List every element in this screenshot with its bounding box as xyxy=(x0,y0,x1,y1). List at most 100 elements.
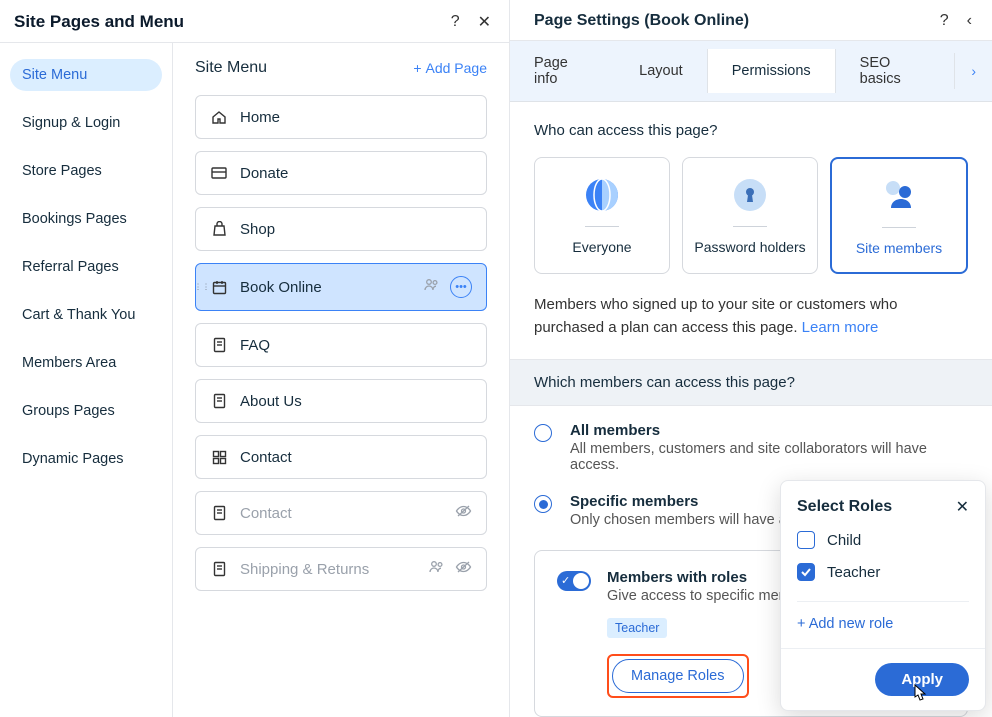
role-label: Child xyxy=(827,532,861,549)
hidden-icon xyxy=(455,504,472,522)
doc-icon xyxy=(210,504,228,522)
page-item-shipping-returns[interactable]: ⋮⋮Shipping & Returns xyxy=(195,547,487,591)
card-label: Site members xyxy=(856,240,942,256)
page-item-faq[interactable]: ⋮⋮FAQ xyxy=(195,323,487,367)
left-panel-title: Site Pages and Menu xyxy=(14,12,184,32)
page-item-home[interactable]: ⋮⋮Home xyxy=(195,95,487,139)
grid-icon xyxy=(210,448,228,466)
radio-icon xyxy=(534,495,552,513)
page-item-label: FAQ xyxy=(240,337,270,354)
drag-handle-icon[interactable]: ⋮⋮ xyxy=(194,283,210,292)
sidebar-item-signup-login[interactable]: Signup & Login xyxy=(10,107,162,139)
calendar-icon xyxy=(210,278,228,296)
site-pages-panel: Site Pages and Menu ? ✕ Site Menu Signup … xyxy=(0,0,510,717)
keyhole-icon xyxy=(728,176,772,214)
page-item-label: Home xyxy=(240,109,280,126)
which-members-label: Which members can access this page? xyxy=(510,359,992,406)
checkbox-icon xyxy=(797,531,815,549)
page-categories-sidebar: Site Menu Signup & Login Store Pages Bookin… xyxy=(0,43,173,717)
page-actions-button[interactable]: ••• xyxy=(450,276,472,298)
tab-seo-basics[interactable]: SEO basics xyxy=(836,41,955,101)
home-icon xyxy=(210,108,228,126)
page-list: ⋮⋮Home⋮⋮Donate⋮⋮Shop⋮⋮Book Online•••⋮⋮FA… xyxy=(195,95,487,591)
radio-title: All members xyxy=(570,422,968,439)
page-item-label: Contact xyxy=(240,449,292,466)
doc-icon xyxy=(210,560,228,578)
sidebar-item-groups-pages[interactable]: Groups Pages xyxy=(10,395,162,427)
access-card-members[interactable]: Site members xyxy=(830,157,968,274)
learn-more-link[interactable]: Learn more xyxy=(802,319,879,336)
page-item-label: Contact xyxy=(240,505,292,522)
sidebar-item-bookings-pages[interactable]: Bookings Pages xyxy=(10,203,162,235)
checkbox-icon xyxy=(797,563,815,581)
close-icon[interactable]: ✕ xyxy=(956,497,969,517)
access-card-everyone[interactable]: Everyone xyxy=(534,157,670,274)
add-page-label: Add Page xyxy=(426,60,488,76)
apply-button[interactable]: Apply xyxy=(875,663,969,696)
left-panel-header: Site Pages and Menu ? ✕ xyxy=(0,0,509,43)
role-chip: Teacher xyxy=(607,618,667,638)
role-option-teacher[interactable]: Teacher xyxy=(797,563,969,581)
select-roles-popover: Select Roles ✕ Child Teacher + Add new ro… xyxy=(780,480,986,711)
radio-all-members[interactable]: All members All members, customers and s… xyxy=(510,406,992,477)
right-panel-header: Page Settings (Book Online) ? ‹ xyxy=(510,0,992,41)
plus-icon: + xyxy=(413,60,421,76)
sidebar-item-referral-pages[interactable]: Referral Pages xyxy=(10,251,162,283)
page-item-label: Donate xyxy=(240,165,288,182)
role-label: Teacher xyxy=(827,564,880,581)
help-icon[interactable]: ? xyxy=(940,12,949,30)
tab-permissions[interactable]: Permissions xyxy=(707,49,836,93)
back-icon[interactable]: ‹ xyxy=(967,12,972,30)
help-icon[interactable]: ? xyxy=(451,13,460,31)
card-icon xyxy=(210,164,228,182)
popover-title: Select Roles xyxy=(797,498,892,516)
sidebar-item-site-menu[interactable]: Site Menu xyxy=(10,59,162,91)
sidebar-item-members-area[interactable]: Members Area xyxy=(10,347,162,379)
pages-column-heading: Site Menu xyxy=(195,59,267,77)
close-icon[interactable]: ✕ xyxy=(478,12,491,32)
sidebar-item-cart-thank-you[interactable]: Cart & Thank You xyxy=(10,299,162,331)
radio-desc: All members, customers and site collabor… xyxy=(570,441,968,473)
tab-page-info[interactable]: Page info xyxy=(510,41,615,101)
hidden-icon xyxy=(455,560,472,578)
members-description: Members who signed up to your site or cu… xyxy=(534,294,968,339)
popover-role-list: Child Teacher xyxy=(781,531,985,585)
roles-toggle[interactable]: ✓ xyxy=(557,571,591,591)
add-new-role-button[interactable]: + Add new role xyxy=(781,602,985,648)
globe-icon xyxy=(580,176,624,214)
divider xyxy=(733,226,767,227)
access-card-password[interactable]: Password holders xyxy=(682,157,818,274)
pages-column: Site Menu + Add Page ⋮⋮Home⋮⋮Donate⋮⋮Sho… xyxy=(173,43,509,717)
page-item-about-us[interactable]: ⋮⋮About Us xyxy=(195,379,487,423)
page-item-label: About Us xyxy=(240,393,302,410)
card-label: Everyone xyxy=(572,239,631,255)
page-item-shop[interactable]: ⋮⋮Shop xyxy=(195,207,487,251)
manage-roles-button[interactable]: Manage Roles xyxy=(612,659,744,693)
card-label: Password holders xyxy=(694,239,805,255)
sidebar-item-dynamic-pages[interactable]: Dynamic Pages xyxy=(10,443,162,475)
who-access-label: Who can access this page? xyxy=(534,122,968,139)
members-icon xyxy=(423,278,440,296)
page-item-book-online[interactable]: ⋮⋮Book Online••• xyxy=(195,263,487,311)
settings-tabs: Page infoLayoutPermissionsSEO basics› xyxy=(510,41,992,102)
right-panel-title: Page Settings (Book Online) xyxy=(534,12,749,30)
access-option-cards: Everyone Password holders Site members xyxy=(534,157,968,274)
check-icon: ✓ xyxy=(561,574,570,587)
page-item-contact[interactable]: ⋮⋮Contact xyxy=(195,435,487,479)
sidebar-item-store-pages[interactable]: Store Pages xyxy=(10,155,162,187)
page-settings-panel: Page Settings (Book Online) ? ‹ Page inf… xyxy=(510,0,992,717)
members-icon xyxy=(428,560,445,578)
page-item-donate[interactable]: ⋮⋮Donate xyxy=(195,151,487,195)
doc-icon xyxy=(210,392,228,410)
doc-icon xyxy=(210,336,228,354)
role-option-child[interactable]: Child xyxy=(797,531,969,549)
page-item-label: Shop xyxy=(240,221,275,238)
page-item-contact[interactable]: ⋮⋮Contact xyxy=(195,491,487,535)
tabs-more-icon[interactable]: › xyxy=(954,53,992,89)
tab-layout[interactable]: Layout xyxy=(615,49,707,93)
add-page-button[interactable]: + Add Page xyxy=(413,60,487,76)
divider xyxy=(585,226,619,227)
bag-icon xyxy=(210,220,228,238)
divider xyxy=(882,227,916,228)
manage-roles-highlight: Manage Roles xyxy=(607,654,749,698)
